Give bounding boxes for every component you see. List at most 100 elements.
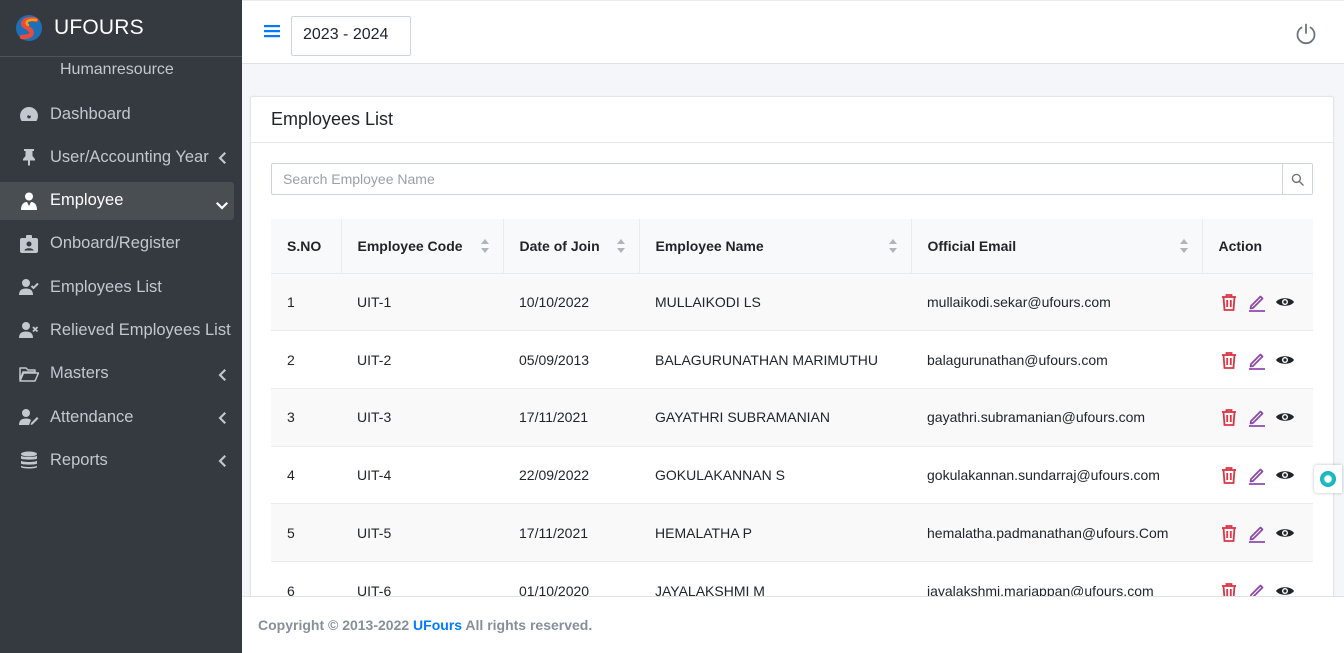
card-header: Employees List [251,97,1333,143]
cell-official-email: gokulakannan.sundarraj@ufours.com [927,466,1160,483]
view-eye-icon[interactable] [1274,406,1296,428]
column-header-label: Date of Join [519,237,600,254]
logout-power-icon[interactable] [1294,22,1318,46]
cell-sno: 4 [287,466,295,483]
edit-pencil-icon[interactable] [1246,522,1268,544]
cell-employee-code: UIT-1 [357,293,392,310]
row-actions [1218,522,1297,544]
delete-trash-icon[interactable] [1218,349,1240,371]
sort-icon[interactable] [616,239,625,253]
table-row: 4 UIT-4 22/09/2022 GOKULAKANNAN S gokulakann… [271,446,1313,504]
cell-employee-name: HEMALATHA P [655,524,752,541]
view-eye-icon[interactable] [1274,291,1296,313]
row-actions [1218,291,1297,313]
delete-trash-icon[interactable] [1218,406,1240,428]
row-actions [1218,464,1297,486]
column-header-date-of-join[interactable]: Date of Join [502,219,639,273]
brand[interactable]: UFOURS [0,0,242,57]
accounting-year-select[interactable]: 2023 - 2024 [291,16,411,56]
view-eye-icon[interactable] [1274,464,1296,486]
delete-trash-icon[interactable] [1218,464,1240,486]
sidebar-item-label: Reports [50,450,108,469]
cell-employee-name: MULLAIKODI LS [655,293,761,310]
edit-pencil-icon[interactable] [1246,406,1268,428]
sidebar-item-label: Employee [50,191,124,210]
sidebar-item-label: Attendance [50,407,134,426]
sort-icon[interactable] [480,239,489,253]
footer-rights: All rights reserved. [462,617,593,633]
cell-date-of-join: 17/11/2021 [519,409,589,426]
column-header-label: Employee Code [357,237,463,254]
sort-icon[interactable] [1179,239,1188,253]
cell-actions [1202,331,1313,389]
cell-official-email: mullaikodi.sekar@ufours.com [927,293,1111,310]
sidebar-item-onboard-register[interactable]: Onboard/Register [0,225,234,263]
user-times-icon [18,320,40,340]
cell-employee-name: BALAGURUNATHAN MARIMUTHU [655,351,878,368]
cell-official-email: balagurunathan@ufours.com [927,351,1108,368]
sidebar-item-attendance[interactable]: Attendance [0,398,234,436]
chevron-left-icon [218,453,226,468]
cell-employee-code: UIT-2 [357,351,392,368]
column-header-official-email[interactable]: Official Email [910,219,1202,273]
database-icon [18,450,40,470]
employees-card: Employees List S.NO Employee Code Date o… [250,96,1334,616]
sidebar-item-label: Dashboard [50,104,131,123]
cell-actions [1202,446,1313,504]
brand-name: UFOURS [54,16,144,39]
sidebar-item-employee[interactable]: Employee [0,181,234,220]
sidebar-item-masters[interactable]: Masters [0,355,234,393]
cell-actions [1202,273,1313,331]
search-bar [271,163,1313,195]
sidebar-item-employees-list[interactable]: Employees List [0,268,234,306]
table-row: 2 UIT-2 05/09/2013 BALAGURUNATHAN MARIMUTHU… [271,330,1313,389]
sidebar-item-relieved-employees-list[interactable]: Relieved Employees List [0,311,234,349]
chevron-left-icon [218,367,226,381]
chevron-left-icon [218,150,226,165]
cell-employee-name: GOKULAKANNAN S [655,466,785,483]
cell-actions [1202,388,1313,446]
sidebar-item-label: User/Accounting Year [50,147,209,166]
widget-icon [1320,471,1336,487]
table-body: 1 UIT-1 10/10/2022 MULLAIKODI LS mullaikodi.… [271,273,1313,615]
table-row: 1 UIT-1 10/10/2022 MULLAIKODI LS mullaikodi.… [271,273,1313,331]
footer-copyright: Copyright © 2013-2022 [258,617,414,633]
search-button[interactable] [1282,163,1313,195]
menu-toggle-icon[interactable] [264,23,280,39]
table-row: 3 UIT-3 17/11/2021 GAYATHRI SUBRAMANIAN gaya… [271,388,1313,447]
sidebar-item-dashboard[interactable]: Dashboard [0,95,234,133]
table-row: 5 UIT-5 17/11/2021 HEMALATHA P hemalatha.pad… [271,503,1313,562]
search-input[interactable] [271,163,1282,195]
user-tie-icon [18,191,40,211]
cell-date-of-join: 17/11/2021 [519,524,589,541]
user-edit-icon [18,407,40,427]
view-eye-icon[interactable] [1274,522,1296,544]
column-header-sno[interactable]: S.NO [271,219,341,273]
sidebar-item-label: Masters [50,364,109,383]
sidebar-item-reports[interactable]: Reports [0,441,234,479]
edit-pencil-icon[interactable] [1246,291,1268,313]
thumbtack-icon [18,147,40,167]
search-icon [1291,173,1304,186]
cell-date-of-join: 05/09/2013 [519,351,590,368]
sort-icon[interactable] [888,239,897,253]
sidebar-item-label: Employees List [50,277,162,296]
floating-widget-button[interactable] [1314,465,1342,493]
cell-actions [1202,504,1313,562]
column-header-employee-name[interactable]: Employee Name [638,219,911,273]
cell-employee-code: UIT-4 [357,466,392,483]
employees-table: S.NO Employee Code Date of Join Employee… [271,219,1313,615]
delete-trash-icon[interactable] [1218,291,1240,313]
edit-pencil-icon[interactable] [1246,464,1268,486]
view-eye-icon[interactable] [1274,349,1296,371]
cell-employee-code: UIT-3 [357,409,392,426]
column-header-employee-code[interactable]: Employee Code [340,219,503,273]
footer-brand-link[interactable]: UFours [413,617,462,633]
delete-trash-icon[interactable] [1218,522,1240,544]
ufours-logo-icon [16,15,42,41]
sidebar-item-user-accounting-year[interactable]: User/Accounting Year [0,138,234,176]
edit-pencil-icon[interactable] [1246,349,1268,371]
sidebar: UFOURS Humanresource Dashboard User/Accou… [0,0,242,653]
cell-employee-name: GAYATHRI SUBRAMANIAN [655,409,831,426]
column-header-label: Official Email [927,237,1017,254]
